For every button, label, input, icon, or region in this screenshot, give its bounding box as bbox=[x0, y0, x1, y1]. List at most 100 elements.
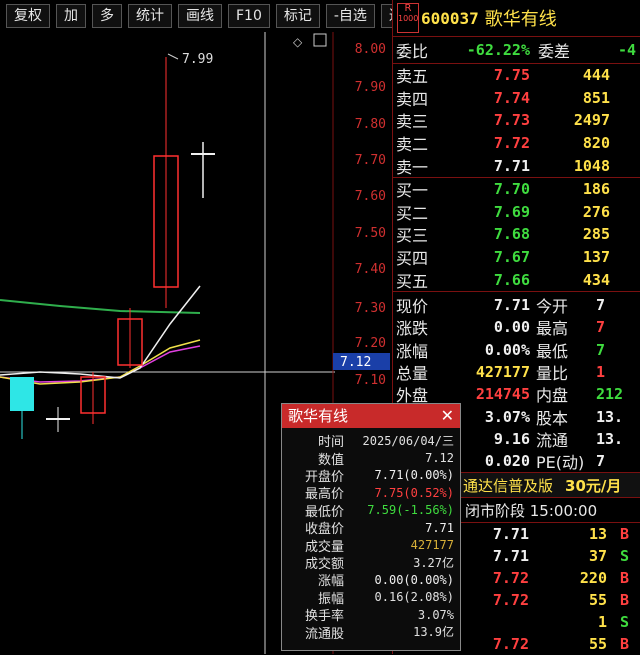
tick-volume: 1 bbox=[597, 613, 607, 632]
buy-price: 7.66 bbox=[493, 270, 530, 289]
stat-row: 涨跌 0.00 最高 7 bbox=[393, 316, 640, 338]
buy-volume: 137 bbox=[582, 248, 610, 267]
stat-value: 0.00 bbox=[493, 318, 530, 337]
popup-row: 收盘价 7.71 bbox=[282, 519, 460, 538]
tick-flag: B bbox=[619, 635, 629, 654]
fuquan-button[interactable]: 复权 bbox=[6, 4, 50, 28]
close-icon[interactable]: ✕ bbox=[441, 404, 454, 428]
popup-label: 成交额 bbox=[304, 556, 344, 572]
stat-label: 最低 bbox=[536, 341, 569, 361]
popup-value: 0.16(2.08%) bbox=[374, 590, 454, 605]
popup-title-bar[interactable]: 歌华有线 ✕ bbox=[282, 404, 460, 428]
stat-value: 13. bbox=[596, 429, 624, 448]
popup-value: 2025/06/04/三 bbox=[362, 434, 454, 449]
sell-price: 7.72 bbox=[493, 134, 530, 153]
popup-row: 振幅 0.16(2.08%) bbox=[282, 589, 460, 607]
market-logo: R 1000 bbox=[397, 3, 419, 33]
buy-row[interactable]: 买三 7.68 285 bbox=[393, 223, 640, 246]
sell-row[interactable]: 卖三 7.73 2497 bbox=[393, 109, 640, 132]
sell-row[interactable]: 卖四 7.74 851 bbox=[393, 87, 640, 110]
window-icon bbox=[313, 33, 327, 47]
stat-label: 量比 bbox=[536, 363, 569, 383]
sell-price: 7.75 bbox=[493, 66, 530, 85]
stat-value: 7 bbox=[596, 452, 606, 471]
buy-row[interactable]: 买二 7.69 276 bbox=[393, 201, 640, 224]
tick-flag: S bbox=[619, 613, 629, 632]
buy-volume: 276 bbox=[582, 202, 610, 221]
price-tick: 7.70 bbox=[355, 153, 386, 168]
multi-button[interactable]: 多 bbox=[92, 4, 122, 28]
buy-price: 7.67 bbox=[493, 248, 530, 267]
sell-price: 7.71 bbox=[493, 156, 530, 175]
popup-title: 歌华有线 bbox=[288, 407, 349, 425]
stat-row: 总量 427177 量比 1 bbox=[393, 361, 640, 383]
buy-label: 买一 bbox=[396, 181, 429, 201]
price-tick: 7.20 bbox=[355, 336, 386, 351]
popup-label: 涨幅 bbox=[317, 574, 344, 590]
candle-info-popup: 歌华有线 ✕ 时间 2025/06/04/三 数值 7.12 开盘价 7.71(0.0… bbox=[281, 403, 461, 651]
popup-row: 流通股 13.9亿 bbox=[282, 623, 460, 641]
f10-button[interactable]: F10 bbox=[228, 4, 270, 28]
stat-label: PE(动) bbox=[536, 453, 585, 473]
tick-flag: B bbox=[619, 569, 629, 588]
stat-value: 214745 bbox=[475, 385, 530, 404]
sell-row[interactable]: 卖一 7.71 1048 bbox=[393, 154, 640, 177]
price-tick: 7.50 bbox=[355, 226, 386, 241]
price-tick: 7.10 bbox=[355, 373, 386, 388]
popup-label: 收盘价 bbox=[304, 522, 344, 538]
stat-label: 最高 bbox=[536, 319, 569, 339]
popup-label: 最低价 bbox=[304, 504, 344, 520]
buy-row[interactable]: 买五 7.66 434 bbox=[393, 268, 640, 291]
draw-line-button[interactable]: 画线 bbox=[178, 4, 222, 28]
popup-value: 7.12 bbox=[425, 451, 454, 466]
sell-row[interactable]: 卖五 7.75 444 bbox=[393, 64, 640, 87]
tick-flag: S bbox=[619, 547, 629, 566]
buy-label: 买五 bbox=[396, 271, 429, 291]
popup-value: 7.71 bbox=[425, 520, 454, 535]
buy-volume: 285 bbox=[582, 225, 610, 244]
sell-label: 卖四 bbox=[396, 89, 429, 109]
stat-value: 212 bbox=[596, 385, 624, 404]
tick-price: 7.72 bbox=[492, 635, 529, 654]
mark-button[interactable]: 标记 bbox=[275, 4, 320, 28]
tick-volume: 55 bbox=[588, 591, 607, 610]
popup-value: 0.00(0.00%) bbox=[374, 572, 454, 587]
weicha-label: 委差 bbox=[538, 42, 571, 61]
crosshair-price-label: 7.12 bbox=[340, 355, 371, 370]
sell-volume: 820 bbox=[582, 134, 610, 153]
sell-label: 卖三 bbox=[396, 112, 429, 132]
tick-volume: 220 bbox=[579, 569, 607, 588]
high-marker-arrow bbox=[167, 53, 179, 60]
popup-row: 时间 2025/06/04/三 bbox=[282, 432, 460, 451]
high-marker-label: 7.99 bbox=[182, 52, 213, 67]
sell-label: 卖五 bbox=[396, 67, 429, 87]
buy-price: 7.70 bbox=[493, 180, 530, 199]
buy-row[interactable]: 买四 7.67 137 bbox=[393, 246, 640, 269]
popup-value: 7.75(0.52%) bbox=[374, 485, 454, 500]
popup-value: 3.07% bbox=[417, 607, 454, 622]
stock-code: 600037 bbox=[421, 8, 479, 28]
popup-label: 最高价 bbox=[304, 487, 344, 503]
ad-price: 30元/月 bbox=[565, 476, 622, 495]
buy-row[interactable]: 买一 7.70 186 bbox=[393, 178, 640, 201]
buy-price: 7.69 bbox=[493, 202, 530, 221]
popup-label: 时间 bbox=[317, 435, 344, 451]
sell-label: 卖一 bbox=[396, 157, 429, 177]
stats-button[interactable]: 统计 bbox=[128, 4, 172, 28]
popup-row: 开盘价 7.71(0.00%) bbox=[282, 467, 460, 485]
popup-value: 7.71(0.00%) bbox=[374, 468, 454, 483]
sell-row[interactable]: 卖二 7.72 820 bbox=[393, 132, 640, 155]
stat-label: 总量 bbox=[396, 363, 429, 383]
popup-value: 3.27亿 bbox=[413, 555, 454, 570]
buy-price: 7.68 bbox=[493, 225, 530, 244]
remove-watchlist-button[interactable]: -自选 bbox=[325, 4, 375, 28]
diamond-icon: ◇ bbox=[293, 35, 303, 49]
add-button[interactable]: 加 bbox=[56, 4, 86, 28]
price-tick: 7.90 bbox=[355, 80, 386, 95]
tick-price: 7.72 bbox=[492, 591, 529, 610]
popup-label: 换手率 bbox=[304, 609, 344, 625]
sell-volume: 444 bbox=[582, 66, 610, 85]
stat-value: 7 bbox=[596, 318, 606, 337]
weibi-label: 委比 bbox=[396, 42, 429, 61]
buy-label: 买二 bbox=[396, 203, 429, 223]
